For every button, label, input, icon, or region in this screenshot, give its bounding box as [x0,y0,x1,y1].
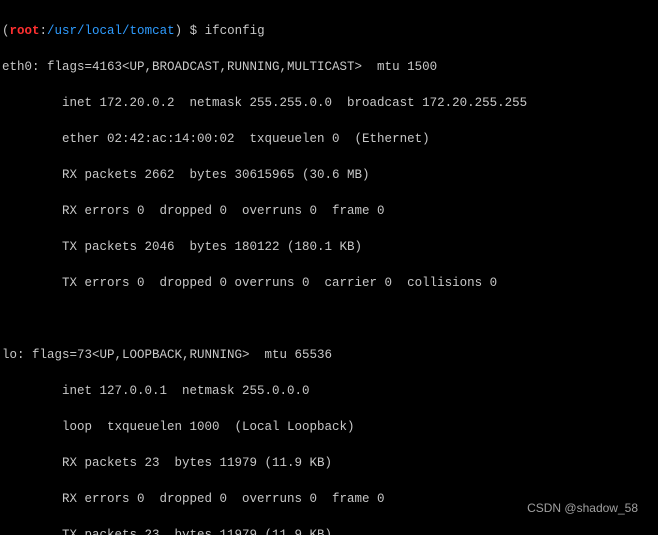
output-line: RX packets 2662 bytes 30615965 (30.6 MB) [2,166,656,184]
prompt-colon: : [40,24,48,38]
output-line: RX errors 0 dropped 0 overruns 0 frame 0 [2,202,656,220]
prompt-line: (root:/usr/local/tomcat) $ ifconfig [2,22,656,40]
prompt-path: /usr/local/tomcat [47,24,175,38]
output-line: eth0: flags=4163<UP,BROADCAST,RUNNING,MU… [2,58,656,76]
output-line: TX packets 2046 bytes 180122 (180.1 KB) [2,238,656,256]
paren-close: ) [175,24,183,38]
output-line: inet 127.0.0.1 netmask 255.0.0.0 [2,382,656,400]
command-text: ifconfig [205,24,265,38]
paren-open: ( [2,24,10,38]
prompt-user: root [10,24,40,38]
output-line: loop txqueuelen 1000 (Local Loopback) [2,418,656,436]
terminal-output[interactable]: (root:/usr/local/tomcat) $ ifconfig eth0… [0,0,658,535]
output-line: lo: flags=73<UP,LOOPBACK,RUNNING> mtu 65… [2,346,656,364]
output-line: inet 172.20.0.2 netmask 255.255.0.0 broa… [2,94,656,112]
output-line: RX packets 23 bytes 11979 (11.9 KB) [2,454,656,472]
output-line: ether 02:42:ac:14:00:02 txqueuelen 0 (Et… [2,130,656,148]
prompt-dollar: $ [182,24,205,38]
watermark-text: CSDN @shadow_58 [527,499,638,517]
blank-line [2,310,656,328]
output-line: TX errors 0 dropped 0 overruns 0 carrier… [2,274,656,292]
output-line: TX packets 23 bytes 11979 (11.9 KB) [2,526,656,535]
